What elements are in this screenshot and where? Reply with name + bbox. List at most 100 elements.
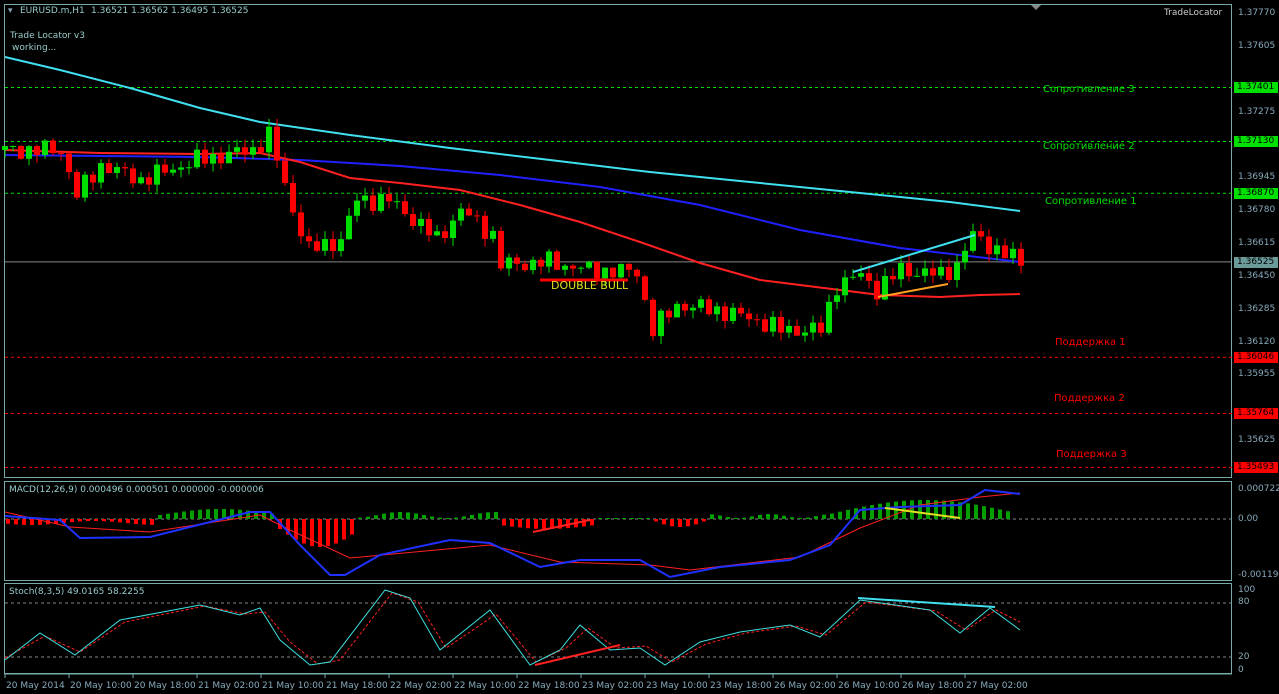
candle-body bbox=[754, 319, 760, 321]
macd-histogram-bar bbox=[78, 519, 82, 522]
candle-body bbox=[978, 231, 984, 237]
time-label: 23 May 10:00 bbox=[646, 681, 708, 691]
candle-body bbox=[762, 319, 768, 332]
symbol-timeframe: EURUSD.m,H1 bbox=[20, 6, 85, 16]
macd-histogram-bar bbox=[14, 519, 18, 525]
price-tick: 1.35625 bbox=[1238, 435, 1276, 446]
macd-histogram-bar bbox=[846, 509, 850, 519]
macd-histogram-bar bbox=[174, 512, 178, 519]
tradelocator-label: TradeLocator bbox=[1164, 8, 1223, 18]
candle-body bbox=[210, 153, 216, 164]
candle-body bbox=[994, 245, 1000, 255]
candle-body bbox=[362, 195, 368, 201]
candle-body bbox=[610, 267, 616, 278]
candle-body bbox=[1002, 245, 1008, 259]
stoch-label: Stoch(8,3,5) 49.0165 58.2255 bbox=[9, 587, 145, 597]
macd-histogram-bar bbox=[350, 519, 354, 535]
macd-histogram-bar bbox=[622, 518, 626, 519]
macd-histogram-bar bbox=[982, 506, 986, 519]
candle-body bbox=[530, 259, 536, 271]
level-price-badge: 1.36870 bbox=[1234, 188, 1278, 200]
candle-body bbox=[154, 164, 160, 185]
level-label: Сопротивление 1 bbox=[1045, 196, 1137, 208]
candle-body bbox=[106, 163, 112, 174]
macd-histogram-bar bbox=[342, 519, 346, 540]
stoch-tick-100: 100 bbox=[1238, 585, 1256, 595]
macd-histogram-bar bbox=[158, 515, 162, 519]
time-label: 22 May 10:00 bbox=[454, 681, 516, 691]
pattern-label: DOUBLE BULL bbox=[551, 279, 629, 292]
macd-histogram-bar bbox=[518, 519, 522, 528]
candle-body bbox=[66, 153, 72, 173]
level-label: Сопротивление 3 bbox=[1043, 84, 1135, 96]
macd-histogram-bar bbox=[526, 519, 530, 529]
macd-histogram-bar bbox=[726, 517, 730, 519]
price-tick: 1.35955 bbox=[1238, 369, 1276, 380]
macd-histogram-bar bbox=[862, 506, 866, 519]
price-tick: 1.36615 bbox=[1238, 238, 1276, 248]
candle-body bbox=[826, 301, 832, 333]
macd-histogram-bar bbox=[110, 519, 114, 522]
macd-histogram-bar bbox=[766, 514, 770, 519]
candle-body bbox=[842, 277, 848, 296]
candle-body bbox=[378, 194, 384, 211]
macd-histogram-bar bbox=[374, 515, 378, 519]
candle-body bbox=[434, 231, 440, 236]
candle-body bbox=[730, 307, 736, 321]
candle-body bbox=[714, 306, 720, 315]
candle-body bbox=[386, 194, 392, 202]
candle-body bbox=[146, 177, 152, 185]
macd-histogram-bar bbox=[910, 500, 914, 519]
macd-signal-line bbox=[4, 492, 1021, 571]
macd-histogram-bar bbox=[334, 519, 338, 544]
macd-histogram-bar bbox=[22, 519, 26, 525]
candle-body bbox=[834, 295, 840, 302]
macd-histogram-bar bbox=[486, 512, 490, 519]
macd-histogram-bar bbox=[630, 518, 634, 519]
candle-body bbox=[98, 163, 104, 183]
macd-histogram-bar bbox=[830, 513, 834, 519]
candle-body bbox=[18, 145, 24, 159]
price-tick: 1.37605 bbox=[1238, 40, 1276, 51]
candle-body bbox=[810, 322, 816, 333]
symbol-menu-icon[interactable]: ▾ bbox=[8, 6, 13, 17]
macd-histogram-bar bbox=[1006, 511, 1010, 519]
macd-histogram-bar bbox=[806, 517, 810, 519]
macd-histogram-bar bbox=[454, 517, 458, 519]
macd-histogram-bar bbox=[814, 516, 818, 519]
macd-histogram-bar bbox=[822, 514, 826, 519]
candle-body bbox=[266, 126, 272, 153]
candle-body bbox=[2, 146, 8, 151]
candle-body bbox=[226, 151, 232, 164]
candle-body bbox=[602, 267, 608, 279]
indicator-status: working... bbox=[12, 43, 57, 53]
candle-body bbox=[466, 208, 472, 216]
level-price-badge: 1.36046 bbox=[1234, 352, 1278, 364]
chart-shift-marker[interactable] bbox=[1031, 5, 1041, 10]
candle-body bbox=[138, 177, 144, 184]
time-label: 21 May 10:00 bbox=[262, 681, 324, 691]
time-label: 27 May 02:00 bbox=[966, 681, 1028, 691]
candle-body bbox=[10, 145, 16, 147]
macd-histogram-bar bbox=[742, 517, 746, 519]
candle-body bbox=[650, 299, 656, 337]
macd-histogram-bar bbox=[694, 519, 698, 525]
time-label: 23 May 02:00 bbox=[582, 681, 644, 691]
candle-body bbox=[370, 195, 376, 211]
macd-histogram-bar bbox=[990, 507, 994, 519]
candle-body bbox=[890, 276, 896, 280]
candle-body bbox=[50, 140, 56, 154]
stoch-divergence-red bbox=[534, 644, 621, 666]
macd-histogram-bar bbox=[646, 518, 650, 519]
candle-body bbox=[922, 268, 928, 276]
candle-body bbox=[786, 325, 792, 333]
candle-body bbox=[58, 153, 64, 155]
macd-histogram-bar bbox=[134, 519, 138, 524]
candle-body bbox=[250, 147, 256, 155]
macd-histogram-bar bbox=[654, 519, 658, 522]
level-label: Сопротивление 2 bbox=[1043, 141, 1135, 153]
candle-body bbox=[450, 220, 456, 238]
macd-histogram-bar bbox=[206, 509, 210, 519]
macd-histogram-bar bbox=[366, 516, 370, 519]
macd-histogram-bar bbox=[398, 512, 402, 519]
